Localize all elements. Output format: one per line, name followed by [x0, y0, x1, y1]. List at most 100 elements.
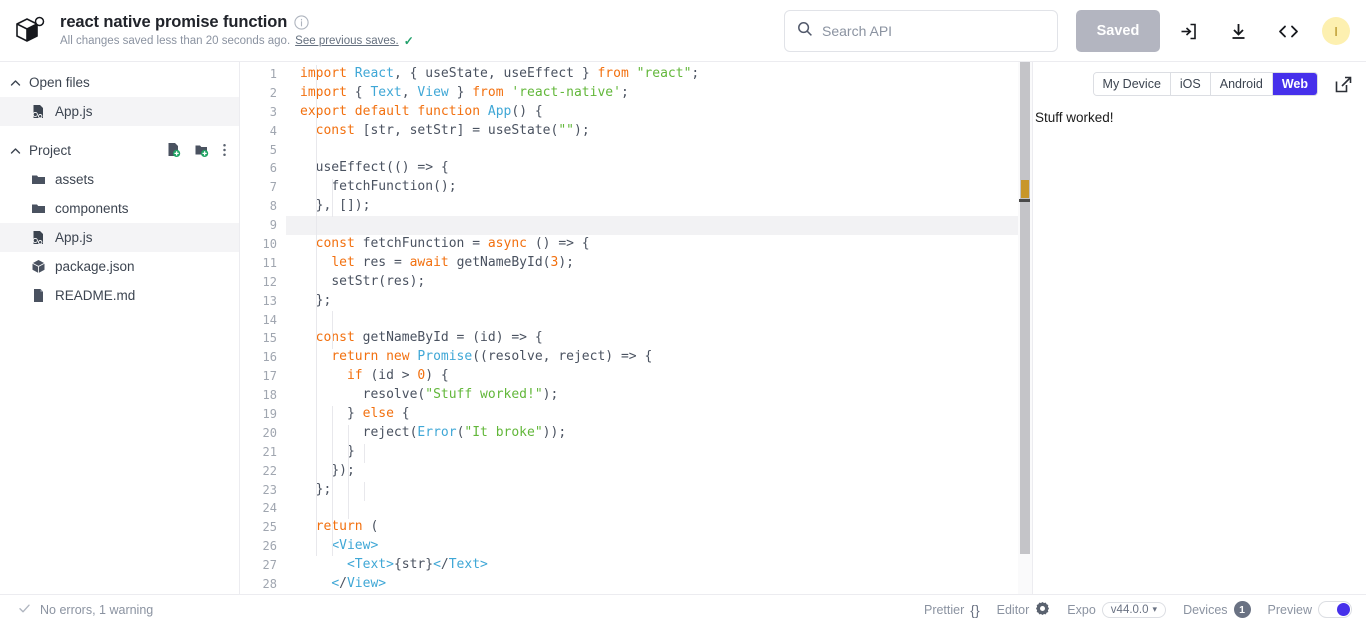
code-line[interactable]: import { Text, View } from 'react-native…: [286, 84, 1032, 103]
saved-check-icon: ✓: [403, 34, 414, 48]
tab-my-device[interactable]: My Device: [1093, 73, 1171, 95]
scrollbar-thumb[interactable]: [1020, 62, 1030, 554]
editor-settings-button[interactable]: Editor: [997, 601, 1051, 619]
package-icon: [30, 259, 46, 275]
code-line[interactable]: let res = await getNameById(3);: [286, 254, 1032, 273]
file-label: README.md: [55, 288, 136, 303]
code-line[interactable]: <View>: [286, 537, 1032, 556]
search-icon: [797, 21, 813, 42]
code-line[interactable]: import React, { useState, useEffect } fr…: [286, 65, 1032, 84]
code-editor[interactable]: 1 2 3 4 5 6 7 8 9 10 11 12 13 14 15 16 17 18 19 20 21 22 23 24 2…: [240, 62, 1032, 594]
code-line[interactable]: fetchFunction();: [286, 178, 1032, 197]
line-number: 26: [262, 539, 277, 554]
code-line[interactable]: [286, 311, 1032, 330]
code-line[interactable]: setStr(res);: [286, 273, 1032, 292]
code-line[interactable]: [286, 499, 1032, 518]
sidebar-item-assets[interactable]: assets: [0, 165, 239, 194]
more-options-icon[interactable]: [222, 142, 227, 158]
prettier-label: Prettier: [923, 602, 965, 617]
line-number: 1: [269, 67, 277, 81]
line-number: 12: [262, 274, 277, 289]
embed-code-icon[interactable]: [1266, 9, 1310, 53]
js-file-icon: [30, 104, 46, 120]
editor-label: Editor: [996, 602, 1030, 617]
tab-web[interactable]: Web: [1272, 73, 1317, 95]
sidebar-item-package-json[interactable]: package.json: [0, 252, 239, 281]
line-number: 8: [269, 199, 277, 214]
code-line[interactable]: <Text>{str}</Text>: [286, 556, 1032, 575]
device-tabs: My Device iOS Android Web: [1092, 72, 1318, 96]
new-file-icon[interactable]: [166, 142, 182, 158]
code-line[interactable]: }, []);: [286, 197, 1032, 216]
code-line[interactable]: });: [286, 462, 1032, 481]
devices-count-badge: 1: [1233, 601, 1251, 618]
new-folder-icon[interactable]: [194, 142, 210, 158]
code-line[interactable]: const [str, setStr] = useState("");: [286, 122, 1032, 141]
snack-editor-app: react native promise function All change…: [0, 0, 1366, 624]
sidebar-item-readme-md[interactable]: README.md: [0, 281, 239, 310]
tab-android[interactable]: Android: [1210, 73, 1273, 95]
code-line[interactable]: [286, 216, 1032, 236]
info-icon[interactable]: [294, 15, 309, 30]
indent-guide: [348, 425, 349, 519]
external-link-icon[interactable]: [1330, 71, 1356, 97]
sidebar: Open files App.js Project assets compone…: [0, 62, 240, 594]
code-line[interactable]: return new Promise((resolve, reject) => …: [286, 348, 1032, 367]
avatar[interactable]: I: [1322, 17, 1350, 45]
line-number: 17: [262, 369, 277, 384]
file-label: App.js: [55, 104, 93, 119]
main-body: Open files App.js Project assets compone…: [0, 62, 1366, 595]
code-line[interactable]: resolve("Stuff worked!");: [286, 386, 1032, 405]
code-line[interactable]: };: [286, 292, 1032, 311]
code-line[interactable]: }: [286, 443, 1032, 462]
code-line[interactable]: export default function App() {: [286, 103, 1032, 122]
code-line[interactable]: useEffect(() => {: [286, 159, 1032, 178]
code-content[interactable]: import React, { useState, useEffect } fr…: [286, 62, 1032, 594]
indent-guide: [316, 65, 317, 556]
chevron-up-icon: [10, 77, 21, 88]
tab-ios[interactable]: iOS: [1170, 73, 1211, 95]
warning-marker[interactable]: [1021, 180, 1029, 198]
cursor-marker: [1019, 199, 1030, 202]
code-line[interactable]: </View>: [286, 575, 1032, 594]
expo-version-pill[interactable]: v44.0.0 ▾: [1101, 601, 1167, 618]
prettier-button[interactable]: Prettier {}: [924, 602, 980, 618]
chevron-up-icon: [10, 145, 21, 156]
folder-icon: [30, 172, 46, 188]
sidebar-item-open-app-js[interactable]: App.js: [0, 97, 239, 126]
sign-in-icon[interactable]: [1166, 9, 1210, 53]
sidebar-item-app-js[interactable]: App.js: [0, 223, 239, 252]
line-number: 28: [262, 577, 277, 592]
line-number: 11: [262, 255, 277, 270]
file-label: package.json: [55, 259, 135, 274]
download-icon[interactable]: [1216, 9, 1260, 53]
devices-label: Devices: [1183, 602, 1228, 617]
preview-toggle-group[interactable]: Preview: [1268, 601, 1352, 618]
code-line[interactable]: [286, 141, 1032, 160]
code-line[interactable]: } else {: [286, 405, 1032, 424]
line-number: 10: [262, 237, 277, 252]
snack-cube-logo[interactable]: [10, 11, 50, 51]
devices-button[interactable]: Devices 1: [1183, 601, 1251, 618]
previous-saves-link[interactable]: See previous saves.: [295, 35, 399, 47]
preview-toggle[interactable]: [1318, 601, 1352, 618]
app-header: react native promise function All change…: [0, 0, 1366, 62]
code-line[interactable]: const getNameById = (id) => {: [286, 329, 1032, 348]
sidebar-section-open-files[interactable]: Open files: [0, 67, 239, 97]
expo-version-selector[interactable]: Expo v44.0.0 ▾: [1067, 601, 1167, 618]
sidebar-section-project[interactable]: Project: [0, 135, 239, 165]
line-number: 6: [269, 161, 277, 176]
code-line[interactable]: reject(Error("It broke"));: [286, 424, 1032, 443]
code-line[interactable]: return (: [286, 518, 1032, 537]
header-actions: Search API Saved I: [784, 0, 1350, 62]
save-button[interactable]: Saved: [1076, 10, 1160, 52]
line-number: 15: [262, 331, 277, 346]
sidebar-item-components[interactable]: components: [0, 194, 239, 223]
file-label: assets: [55, 172, 95, 187]
editor-vertical-scrollbar[interactable]: [1018, 62, 1032, 594]
project-label: Project: [29, 142, 72, 158]
code-line[interactable]: };: [286, 481, 1032, 500]
code-line[interactable]: if (id > 0) {: [286, 367, 1032, 386]
code-line[interactable]: const fetchFunction = async () => {: [286, 235, 1032, 254]
search-input[interactable]: Search API: [784, 10, 1058, 52]
